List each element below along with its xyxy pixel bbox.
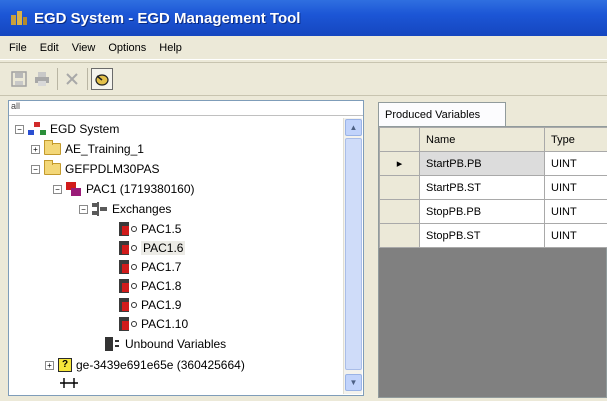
cell-name[interactable]: StopPB.PB	[419, 199, 545, 224]
tree-label: GEFPDLM30PAS	[65, 162, 160, 176]
tree-node-exchange-item[interactable]: PAC1.6	[119, 238, 186, 258]
cell-name[interactable]: StopPB.ST	[419, 223, 545, 248]
folder-open-icon	[44, 160, 61, 175]
scroll-down-icon[interactable]: ▼	[345, 374, 362, 391]
collapse-icon[interactable]: −	[31, 164, 40, 174]
tree-node-egd-system[interactable]: − EGD System	[15, 119, 119, 139]
exchange-item-icon	[119, 317, 137, 331]
folder-icon	[44, 140, 61, 155]
table-row[interactable]: ▸ StartPB.PB UINT	[379, 151, 607, 176]
row-header-corner	[379, 127, 420, 152]
table-row[interactable]: StopPB.ST UINT	[379, 223, 607, 248]
toolbar	[0, 62, 607, 96]
tree-node-ae-training[interactable]: + AE_Training_1	[31, 139, 144, 159]
print-icon[interactable]	[31, 68, 53, 90]
exchange-item-icon	[119, 222, 137, 236]
variables-panel: Produced Variables Name Type ▸ StartPB.P…	[372, 100, 607, 401]
expand-icon[interactable]: +	[45, 360, 54, 370]
tree-view: − EGD System + AE_Training_1 − GEFPDLM30…	[9, 119, 341, 389]
menu-help[interactable]: Help	[159, 42, 182, 54]
row-selector[interactable]	[379, 175, 420, 200]
variables-table: Name Type ▸ StartPB.PB UINT StartPB.ST U…	[379, 127, 607, 248]
tree-node-exchange-item[interactable]: PAC1.5	[119, 219, 181, 239]
scroll-thumb[interactable]	[345, 138, 362, 370]
network-connector	[59, 374, 79, 389]
expand-icon[interactable]: +	[31, 144, 40, 154]
menu-view[interactable]: View	[72, 42, 96, 54]
tree-scrollbar[interactable]: ▲ ▼	[343, 118, 362, 394]
toolbar-separator	[57, 68, 58, 90]
tree-label: EGD System	[50, 122, 120, 136]
menu-edit[interactable]: Edit	[40, 42, 59, 54]
app-icon	[10, 9, 28, 27]
exchange-item-icon	[119, 260, 137, 274]
exchange-item-icon	[119, 279, 137, 293]
collapse-icon[interactable]: −	[15, 124, 24, 134]
toolbar-separator	[87, 68, 88, 90]
row-selector-icon[interactable]: ▸	[379, 151, 420, 176]
scroll-up-icon[interactable]: ▲	[345, 119, 362, 136]
table-row[interactable]: StartPB.ST UINT	[379, 175, 607, 200]
exchange-item-icon	[119, 241, 137, 255]
cell-name[interactable]: StartPB.ST	[419, 175, 545, 200]
question-icon: ?	[58, 358, 72, 372]
cell-type[interactable]: UINT	[544, 175, 607, 200]
tree-label: AE_Training_1	[65, 142, 144, 156]
menu-options[interactable]: Options	[108, 42, 146, 54]
collapse-icon[interactable]: −	[53, 184, 62, 194]
network-system-icon	[28, 122, 46, 136]
tree-node-exchange-item[interactable]: PAC1.10	[119, 314, 188, 334]
connect-icon[interactable]	[91, 68, 113, 90]
tree-label: PAC1.7	[141, 260, 182, 274]
table-row[interactable]: StopPB.PB UINT	[379, 199, 607, 224]
network-connector-icon	[60, 378, 78, 388]
column-header-type[interactable]: Type	[544, 127, 607, 152]
variables-grid: Name Type ▸ StartPB.PB UINT StartPB.ST U…	[378, 126, 607, 398]
row-selector[interactable]	[379, 199, 420, 224]
tree-node-exchange-item[interactable]: PAC1.8	[119, 276, 181, 296]
tree-label: Unbound Variables	[125, 337, 227, 351]
menu-bar: File Edit View Options Help	[0, 36, 607, 60]
exchange-icon	[92, 202, 108, 216]
tree-header: all	[9, 101, 363, 116]
tree-label: PAC1.8	[141, 279, 182, 293]
exchange-item-icon	[119, 298, 137, 312]
tree-label: Exchanges	[112, 202, 172, 216]
tree-node-gefpdlm[interactable]: − GEFPDLM30PAS	[31, 159, 159, 179]
table-header-row: Name Type	[379, 127, 607, 152]
tree-label: PAC1.9	[141, 298, 182, 312]
tree-node-exchange-item[interactable]: PAC1.9	[119, 295, 181, 315]
tree-label: PAC1.10	[141, 317, 189, 331]
cell-type[interactable]: UINT	[544, 151, 607, 176]
menu-file[interactable]: File	[9, 42, 27, 54]
column-header-name[interactable]: Name	[419, 127, 545, 152]
tree-label: PAC1.5	[141, 222, 182, 236]
egd-window: EGD System - EGD Management Tool File Ed…	[0, 0, 607, 401]
delete-icon[interactable]	[61, 68, 83, 90]
row-selector[interactable]	[379, 223, 420, 248]
tree-node-ge[interactable]: + ? ge-3439e691e65e (360425664)	[45, 355, 245, 375]
title-bar[interactable]: EGD System - EGD Management Tool	[0, 0, 607, 36]
tree-label: ge-3439e691e65e (360425664)	[76, 358, 245, 372]
tree-node-exchange-item[interactable]: PAC1.7	[119, 257, 181, 277]
collapse-icon[interactable]: −	[79, 204, 88, 214]
tree-node-pac1[interactable]: − PAC1 (1719380160)	[53, 179, 195, 199]
cell-type[interactable]: UINT	[544, 199, 607, 224]
tree-panel: all − EGD System + AE_Training_1 − GEFPD…	[8, 100, 364, 396]
cell-type[interactable]: UINT	[544, 223, 607, 248]
tree-label-selected: PAC1.6	[141, 241, 186, 255]
controller-icon	[66, 182, 82, 196]
tab-produced-variables[interactable]: Produced Variables	[378, 102, 506, 126]
tree-node-unbound-variables[interactable]: Unbound Variables	[105, 334, 226, 354]
tree-node-exchanges[interactable]: − Exchanges	[79, 199, 171, 219]
cell-name[interactable]: StartPB.PB	[419, 151, 545, 176]
tree-label: PAC1 (1719380160)	[86, 182, 195, 196]
window-title: EGD System - EGD Management Tool	[34, 9, 301, 27]
unbound-variables-icon	[105, 337, 121, 351]
save-icon[interactable]	[8, 68, 30, 90]
